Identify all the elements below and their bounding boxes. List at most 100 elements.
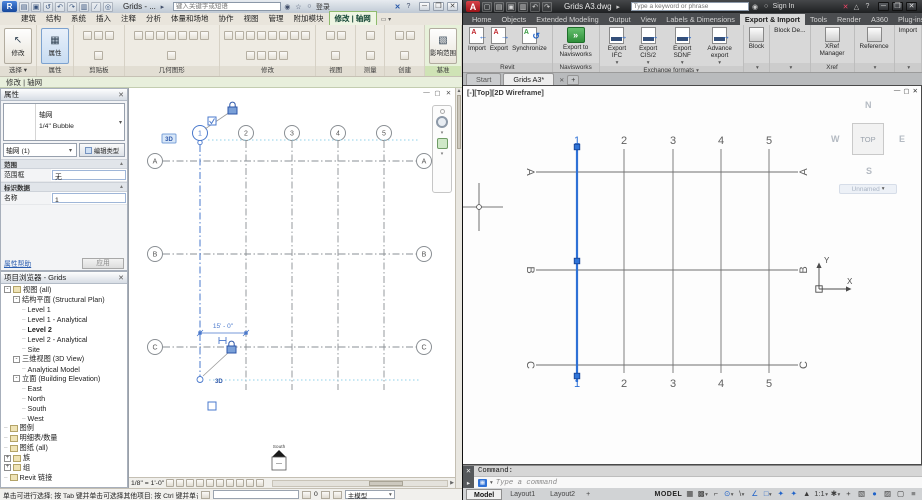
horizontal-scrollbar-thumb[interactable] [368,480,403,486]
viewport-controls[interactable]: [-][Top][2D Wireframe] [467,88,544,97]
ribbon-tool-icon[interactable] [365,50,375,60]
ribbon-tool-icon[interactable] [200,31,210,41]
command-close-icon[interactable]: ✕ [466,467,471,475]
export-cis2-button[interactable]: → Export CIS/2 ▾ [633,27,663,66]
file-tab-start[interactable]: Start [466,73,502,85]
model-space-label[interactable]: MODEL [654,491,682,498]
minimize-button[interactable]: ─ [878,2,889,11]
revit-tab-4[interactable]: 插入 [91,12,116,25]
ribbon-tool-icon[interactable] [268,31,278,41]
tree-item-1[interactable]: - 视图 (all) [1,285,127,295]
acad-panel-title-revit[interactable]: Revit [463,63,552,72]
viewcube-north[interactable]: N [865,100,872,110]
ribbon-tool-icon[interactable] [134,31,144,41]
edit-type-button[interactable]: 编辑类型 [79,143,125,157]
exchange-apps-icon[interactable]: ✕ [393,3,402,11]
tab-options-icon[interactable]: ▭ ▾ [377,16,395,25]
apply-button[interactable]: 应用 [82,257,124,269]
tree-item-17[interactable]: ─ 图纸 (all) [1,443,127,453]
xref-manager-button[interactable]: XRef Manager [816,27,849,57]
view-restore-icon[interactable]: ▢ [903,87,909,95]
redo-icon[interactable]: ↷ [542,1,552,12]
file-tab-drawing[interactable]: Grids A3* [503,73,555,85]
acad-panel-collapsed-import[interactable]: Import [895,25,921,34]
block-button[interactable]: Block [749,27,764,50]
isodraft-icon[interactable]: \ ▾ [736,489,747,499]
ribbon-panel-title-geometry[interactable]: 几何图形 [124,66,219,76]
ucs-icon[interactable]: Y X [815,256,853,293]
title-expand-icon[interactable]: ▸ [158,3,167,11]
tree-item-3[interactable]: ─ Level 1 [1,305,127,315]
navisworks-button[interactable]: » Export to Navisworks [558,27,594,58]
view-scale[interactable]: 1/8" = 1'-0" [131,480,164,487]
command-customize-icon[interactable]: ▸ [467,479,470,487]
revit-search-box[interactable] [172,2,281,11]
design-option-dropdown[interactable]: 主模型 ▾ [344,490,395,500]
section-extents[interactable]: 范围 ▲ [1,159,127,169]
osnap-tracking-icon[interactable]: ∠ [749,489,760,499]
design-options-icon[interactable] [332,490,342,499]
lock-icon[interactable] [227,101,238,115]
file-tab-close-icon[interactable]: ✕ [556,77,567,85]
recent-commands-caret-icon[interactable]: ▾ [490,480,493,486]
revit-tab-3[interactable]: 系统 [66,12,91,25]
undo-icon[interactable]: ↶ [55,1,65,12]
autocad-search-input[interactable] [631,3,748,10]
grid-number-labels[interactable]: 2 3 4 5 2 3 4 5 [621,135,772,390]
element-filter-dropdown[interactable]: 轴网 (1) ▾ [3,143,77,157]
ribbon-panel-title-view[interactable]: 视图 [316,66,356,76]
revit-export-button[interactable]: A → Export [490,27,509,52]
ribbon-button-select[interactable]: ↖ 修改 [4,27,32,64]
tree-item-9[interactable]: ─ Analytical Model [1,364,127,374]
properties-header[interactable]: 属性 ✕ [1,89,127,101]
annotation-scale-icon[interactable]: ▲ [801,489,812,499]
ribbon-tool-icon[interactable] [145,31,155,41]
acad-tab-7[interactable]: Export & Import [739,14,805,25]
ribbon-tool-icon[interactable] [246,50,256,60]
zoom-icon[interactable] [436,138,448,149]
acad-tab-11[interactable]: Plug-ins [893,14,922,25]
acad-panel-title-reference[interactable]: ▾ [854,63,894,72]
tree-expander-icon[interactable]: + [4,454,11,462]
tree-item-16[interactable]: ─ 明细表/数量 [1,433,127,443]
tree-item-4[interactable]: ─ Level 1 - Analytical [1,315,127,325]
view-minimize-icon[interactable]: — [894,87,901,95]
ribbon-tool-icon[interactable] [235,31,245,41]
ribbon-button-properties[interactable]: ▦ 属性 [41,27,69,64]
close-button[interactable]: ✕ [906,2,917,11]
acad-panel-title-import[interactable]: ▾ [894,63,921,72]
ribbon-panel-title-properties[interactable]: 属性 [37,66,73,76]
tree-item-5[interactable]: ─ Level 2 [1,325,127,335]
project-browser-close-icon[interactable]: ✕ [118,274,124,282]
ribbon-tool-icon[interactable] [167,50,177,60]
viewcube[interactable]: N W TOP E S Unnamed ▾ [829,100,907,194]
worksharing-display-icon[interactable] [320,490,330,499]
ribbon-tool-icon[interactable] [105,31,115,41]
ribbon-panel-title-measure[interactable]: 测量 [356,66,385,76]
ribbon-tool-icon[interactable] [290,31,300,41]
zoom-caret-icon[interactable]: ▾ [441,151,444,157]
properties-close-icon[interactable]: ✕ [118,91,124,99]
redo-icon[interactable]: ↷ [67,1,77,12]
revit-tab-1[interactable]: 建筑 [16,12,41,25]
detail-level-icon[interactable] [166,479,175,487]
revit-tab-10[interactable]: 管理 [264,12,289,25]
show-crop-icon[interactable] [226,479,235,487]
name-value[interactable]: 1 [52,193,126,204]
sun-path-icon[interactable] [186,479,195,487]
acad-tab-1[interactable]: Home [467,14,496,25]
ribbon-tool-icon[interactable] [394,31,404,41]
revit-tab-2[interactable]: 结构 [41,12,66,25]
scroll-right-icon[interactable]: ▶ [450,480,454,486]
layout-tab-layout2[interactable]: Layout2 [543,489,582,500]
qnew-icon[interactable]: ▢ [482,1,492,12]
scope-box-value[interactable]: 无 [52,170,126,181]
acad-panel-title-block-def[interactable]: ▾ [770,63,810,72]
tree-item-6[interactable]: ─ Level 2 - Analytical [1,334,127,344]
elevation-marker[interactable]: South [271,444,287,471]
acad-panel-title-block[interactable]: ▾ [743,63,770,72]
command-input[interactable]: Type a command [496,479,557,487]
ribbon-tool-icon[interactable] [94,50,104,60]
ribbon-tool-icon[interactable] [268,50,278,60]
end-visibility-checkbox[interactable] [207,116,217,126]
